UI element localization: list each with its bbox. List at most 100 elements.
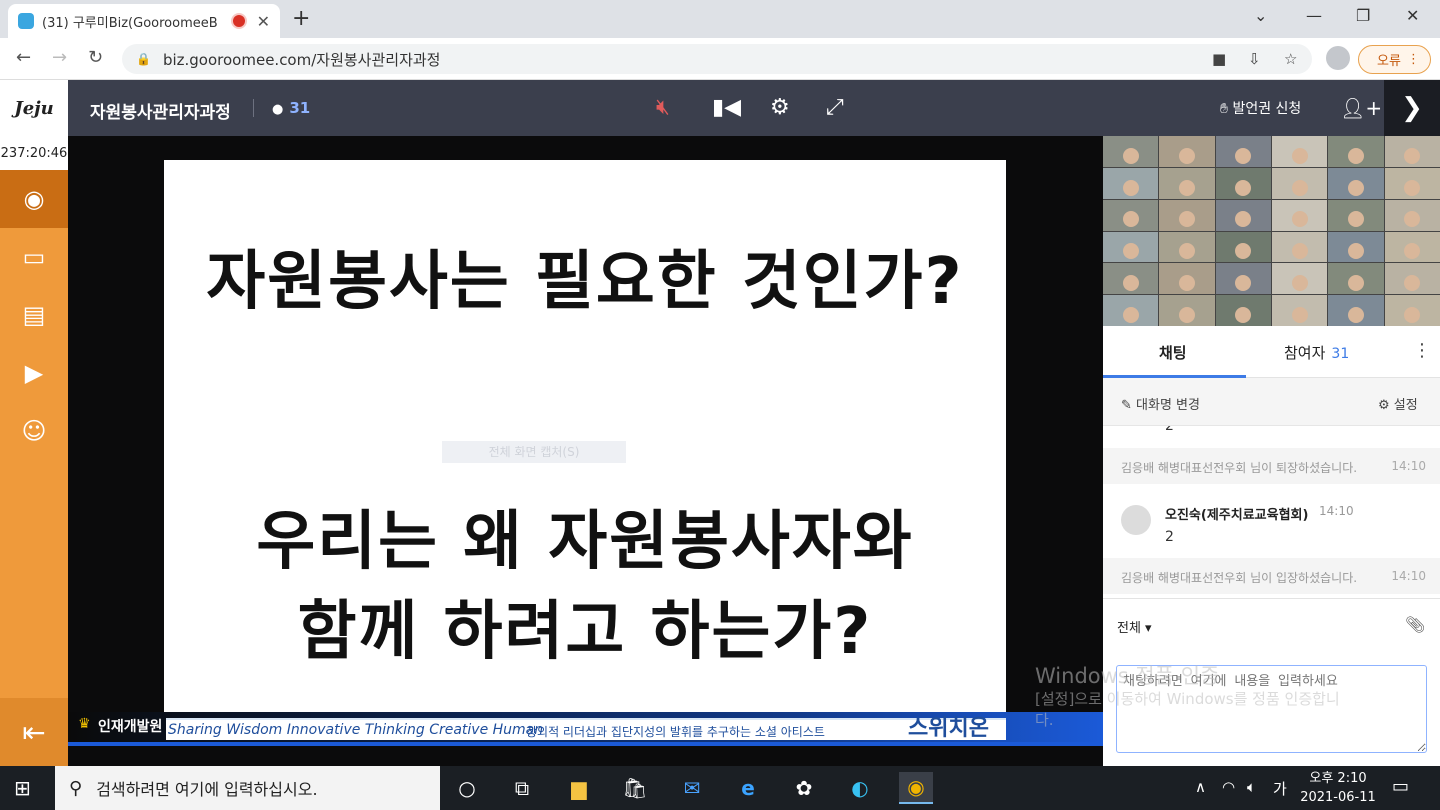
close-window-button[interactable]: ✕ — [1406, 6, 1419, 25]
participant-video-tile[interactable] — [1103, 167, 1159, 199]
raise-hand-icon: ✋︎ — [1220, 101, 1233, 117]
taskbar-clock[interactable]: 오후 2:10 2021-06-11 — [1298, 769, 1378, 807]
clipboard-icon: ▤ — [22, 301, 46, 329]
rename-button[interactable]: ✎ 대화명 변경 — [1121, 394, 1200, 413]
participant-video-tile[interactable] — [1159, 167, 1215, 199]
participant-video-tile[interactable] — [1271, 231, 1328, 263]
panel-toggle-button[interactable]: ❯ — [1384, 80, 1440, 136]
app-icon[interactable]: ✿ — [787, 772, 821, 804]
error-button[interactable]: 오류 ⋮ — [1358, 45, 1431, 74]
back-button[interactable]: ← — [16, 47, 31, 68]
search-icon: ⚲ — [69, 777, 83, 799]
participant-video-tile[interactable] — [1328, 167, 1384, 199]
minimize-button[interactable]: — — [1306, 6, 1322, 25]
participant-video-tile[interactable] — [1103, 231, 1159, 263]
sidebar-item-emoji[interactable]: ☺ — [0, 402, 68, 460]
wifi-icon[interactable]: ◠ — [1222, 778, 1235, 796]
participant-video-tile[interactable] — [1384, 167, 1440, 199]
participant-video-tile[interactable] — [1271, 136, 1328, 167]
bookmark-star-icon[interactable]: ☆ — [1284, 50, 1297, 68]
browser-tab-bar: (31) 구루미Biz(GooroomeeB ✕ + ⌄ — ❐ ✕ — [0, 0, 1440, 38]
participant-video-grid[interactable] — [1103, 136, 1440, 326]
participant-video-tile[interactable] — [1328, 231, 1384, 263]
participant-video-tile[interactable] — [1384, 295, 1440, 326]
sidebar-item-screen[interactable]: ▭ — [0, 228, 68, 286]
participant-video-tile[interactable] — [1215, 295, 1271, 326]
sidebar-item-profile[interactable]: ◉ — [0, 170, 68, 228]
file-explorer-icon[interactable]: ▆ — [562, 772, 596, 804]
tray-expand-icon[interactable]: ∧ — [1195, 778, 1206, 796]
paperclip-icon[interactable]: 📎︎ — [1405, 615, 1425, 634]
tab-search-icon[interactable]: ⌄ — [1254, 6, 1267, 25]
participant-video-tile[interactable] — [1215, 231, 1271, 263]
windows-start-icon[interactable]: ⊞ — [14, 776, 31, 800]
participant-video-tile[interactable] — [1328, 295, 1384, 326]
invite-user-icon[interactable]: 👤︎+ — [1340, 96, 1382, 120]
chat-messages[interactable]: 2 김응배 해병대표선전우회 님이 퇴장하셨습니다. 14:10 오진숙(제주치… — [1103, 426, 1440, 598]
participant-video-tile[interactable] — [1159, 263, 1215, 295]
participant-video-tile[interactable] — [1328, 199, 1384, 231]
chrome-icon[interactable]: ◉ — [899, 772, 933, 804]
participant-video-tile[interactable] — [1103, 136, 1159, 167]
participant-video-tile[interactable] — [1215, 167, 1271, 199]
notification-icon[interactable]: ▭ — [1392, 776, 1409, 797]
participant-video-tile[interactable] — [1328, 136, 1384, 167]
participant-video-tile[interactable] — [1103, 295, 1159, 326]
participant-video-tile[interactable] — [1271, 199, 1328, 231]
sidebar-item-notes[interactable]: ▤ — [0, 286, 68, 344]
ime-indicator[interactable]: 가 — [1273, 778, 1287, 799]
volume-icon[interactable]: 🔈︎ — [1247, 778, 1256, 796]
participant-video-tile[interactable] — [1384, 136, 1440, 167]
tab-participants[interactable]: 참여자 31 — [1284, 342, 1349, 363]
browser-tab[interactable]: (31) 구루미Biz(GooroomeeB ✕ — [8, 4, 280, 38]
address-bar[interactable]: 🔒 biz.gooroomee.com/자원봉사관리자과정 ■ ⇩ ☆ — [122, 44, 1312, 74]
install-icon[interactable]: ⇩ — [1248, 50, 1261, 68]
cortana-icon[interactable]: ○ — [450, 772, 484, 804]
video-camera-icon[interactable]: ▮◀ — [712, 95, 741, 120]
participant-video-tile[interactable] — [1384, 199, 1440, 231]
recipient-select[interactable]: 전체 ▾ — [1117, 617, 1152, 636]
new-tab-button[interactable]: + — [292, 6, 310, 31]
restore-button[interactable]: ❐ — [1356, 6, 1370, 25]
panel-menu-icon[interactable]: ⋮ — [1413, 340, 1431, 361]
edge-icon[interactable]: ◐ — [843, 772, 877, 804]
participant-face — [1235, 179, 1252, 196]
taskbar-search[interactable]: ⚲ 검색하려면 여기에 입력하십시오. — [55, 766, 440, 810]
fullscreen-icon[interactable]: ⤢ — [826, 95, 844, 120]
participant-video-tile[interactable] — [1159, 295, 1215, 326]
participant-video-tile[interactable] — [1384, 231, 1440, 263]
participant-video-tile[interactable] — [1328, 263, 1384, 295]
address-row: ← → ↻ 🔒 biz.gooroomee.com/자원봉사관리자과정 ■ ⇩ … — [0, 38, 1440, 80]
tab-chat[interactable]: 채팅 — [1159, 342, 1187, 363]
participant-video-tile[interactable] — [1215, 136, 1271, 167]
participant-video-tile[interactable] — [1384, 263, 1440, 295]
speak-request-button[interactable]: ✋︎ 발언권 신청 — [1220, 98, 1301, 118]
participant-video-tile[interactable] — [1103, 199, 1159, 231]
sidebar-item-media[interactable]: ▶ — [0, 344, 68, 402]
participant-face — [1347, 147, 1364, 164]
participant-video-tile[interactable] — [1215, 199, 1271, 231]
camera-icon[interactable]: ■ — [1212, 50, 1226, 68]
participant-video-tile[interactable] — [1103, 263, 1159, 295]
participant-video-tile[interactable] — [1159, 136, 1215, 167]
forward-button[interactable]: → — [52, 47, 67, 68]
speaker-mute-icon[interactable]: 🔇︎ — [656, 95, 670, 120]
participant-video-tile[interactable] — [1159, 199, 1215, 231]
participant-video-tile[interactable] — [1271, 295, 1328, 326]
profile-avatar[interactable] — [1326, 46, 1350, 70]
participant-video-tile[interactable] — [1215, 263, 1271, 295]
chat-settings-button[interactable]: ⚙ 설정 — [1378, 394, 1418, 413]
exit-door-icon: ⇤ — [22, 715, 46, 749]
participant-video-tile[interactable] — [1271, 263, 1328, 295]
store-icon[interactable]: 🛍︎ — [618, 772, 652, 804]
reload-button[interactable]: ↻ — [88, 47, 103, 68]
mail-icon[interactable]: ✉ — [675, 772, 709, 804]
task-view-icon[interactable]: ⧉ — [505, 772, 539, 804]
monitor-icon: ▭ — [22, 243, 46, 271]
close-tab-icon[interactable]: ✕ — [257, 12, 270, 31]
gear-icon[interactable]: ⚙ — [770, 95, 790, 120]
exit-button[interactable]: ⇤ — [0, 698, 68, 766]
internet-explorer-icon[interactable]: e — [731, 772, 765, 804]
participant-video-tile[interactable] — [1271, 167, 1328, 199]
participant-video-tile[interactable] — [1159, 231, 1215, 263]
